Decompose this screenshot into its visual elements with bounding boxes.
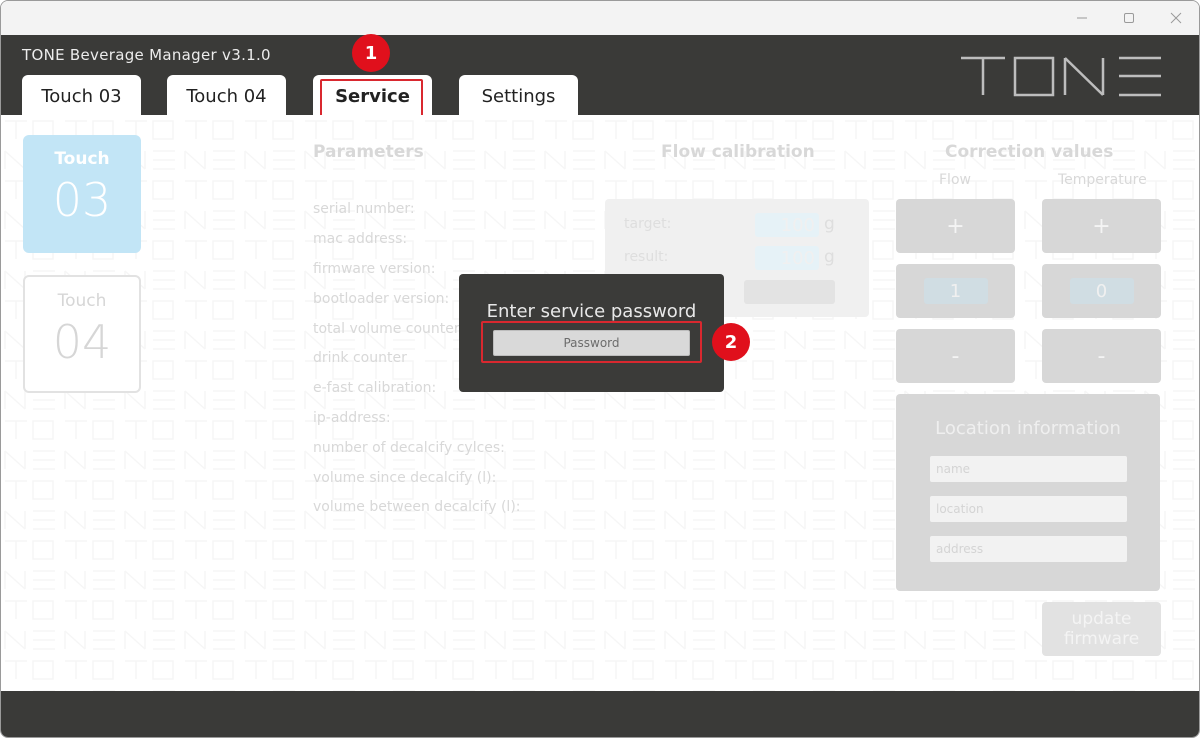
param-ip-address: ip-address: [313, 410, 391, 426]
device-card-touch-04[interactable]: Touch 04 [23, 275, 141, 393]
update-firmware-button[interactable]: update firmware [1042, 602, 1161, 656]
target-value[interactable]: 100 [755, 213, 819, 237]
location-name-field[interactable]: name [930, 456, 1127, 482]
app-window: TONE Beverage Manager v3.1.0 Touch 03 To… [0, 0, 1200, 738]
location-address-field[interactable]: address [930, 536, 1127, 562]
flow-plus-button[interactable]: + [896, 199, 1015, 253]
tone-logo [961, 56, 1161, 97]
temperature-value: 0 [1069, 278, 1134, 304]
minimize-icon[interactable] [1059, 1, 1105, 35]
parameters-title: Parameters [313, 142, 424, 162]
param-volume-between-decalcify: volume between decalcify (l): [313, 499, 521, 515]
flow-label: Flow [939, 172, 971, 188]
calibration-button[interactable] [744, 280, 835, 304]
param-mac-address: mac address: [313, 231, 408, 247]
param-drink-counter: drink counter [313, 350, 407, 366]
param-firmware-version: firmware version: [313, 261, 436, 277]
app-title: TONE Beverage Manager v3.1.0 [22, 46, 271, 64]
password-field-highlight [481, 321, 702, 363]
tab-label: Touch 03 [41, 85, 122, 107]
flow-calibration-title: Flow calibration [661, 142, 815, 162]
param-serial-number: serial number: [313, 201, 415, 217]
param-efast-calibration: e-fast calibration: [313, 380, 437, 396]
location-information-title: Location information [935, 418, 1121, 439]
param-decalcify-cycles: number of decalcify cylces: [313, 440, 505, 456]
callout-badge-2: 2 [712, 323, 750, 361]
main-content: Touch 03 Touch 04 Parameters serial numb… [1, 115, 1199, 691]
close-icon[interactable] [1153, 1, 1199, 35]
target-label: target: [624, 216, 672, 232]
device-card-label: Touch [54, 149, 110, 169]
temperature-label: Temperature [1058, 172, 1147, 188]
app-footer [1, 691, 1199, 737]
callout-badge-1: 1 [352, 34, 390, 72]
temperature-value-container: 0 [1042, 264, 1161, 318]
device-card-number: 03 [52, 173, 112, 227]
correction-values-title: Correction values [945, 142, 1114, 162]
result-label: result: [624, 249, 669, 265]
location-location-field[interactable]: location [930, 496, 1127, 522]
tab-touch-03[interactable]: Touch 03 [22, 75, 141, 117]
flow-minus-button[interactable]: - [896, 329, 1015, 383]
flow-value: 1 [923, 278, 988, 304]
device-card-number: 04 [52, 315, 112, 369]
tab-label: Touch 04 [186, 85, 267, 107]
device-card-label: Touch [57, 291, 107, 311]
tab-settings[interactable]: Settings [459, 75, 578, 117]
result-value[interactable]: 100 [755, 246, 819, 270]
tab-label: Settings [481, 85, 556, 107]
temperature-plus-button[interactable]: + [1042, 199, 1161, 253]
param-bootloader-version: bootloader version: [313, 291, 450, 307]
app-header: TONE Beverage Manager v3.1.0 Touch 03 To… [1, 35, 1199, 117]
maximize-icon[interactable] [1106, 1, 1152, 35]
target-unit: g [824, 214, 835, 234]
result-unit: g [824, 247, 835, 267]
temperature-minus-button[interactable]: - [1042, 329, 1161, 383]
window-titlebar [1, 1, 1199, 35]
dialog-title: Enter service password [486, 301, 697, 322]
param-total-volume: total volume counter [313, 321, 460, 337]
param-volume-since-decalcify: volume since decalcify (l): [313, 470, 497, 486]
flow-value-container: 1 [896, 264, 1015, 318]
device-card-touch-03[interactable]: Touch 03 [23, 135, 141, 253]
tab-touch-04[interactable]: Touch 04 [167, 75, 286, 117]
